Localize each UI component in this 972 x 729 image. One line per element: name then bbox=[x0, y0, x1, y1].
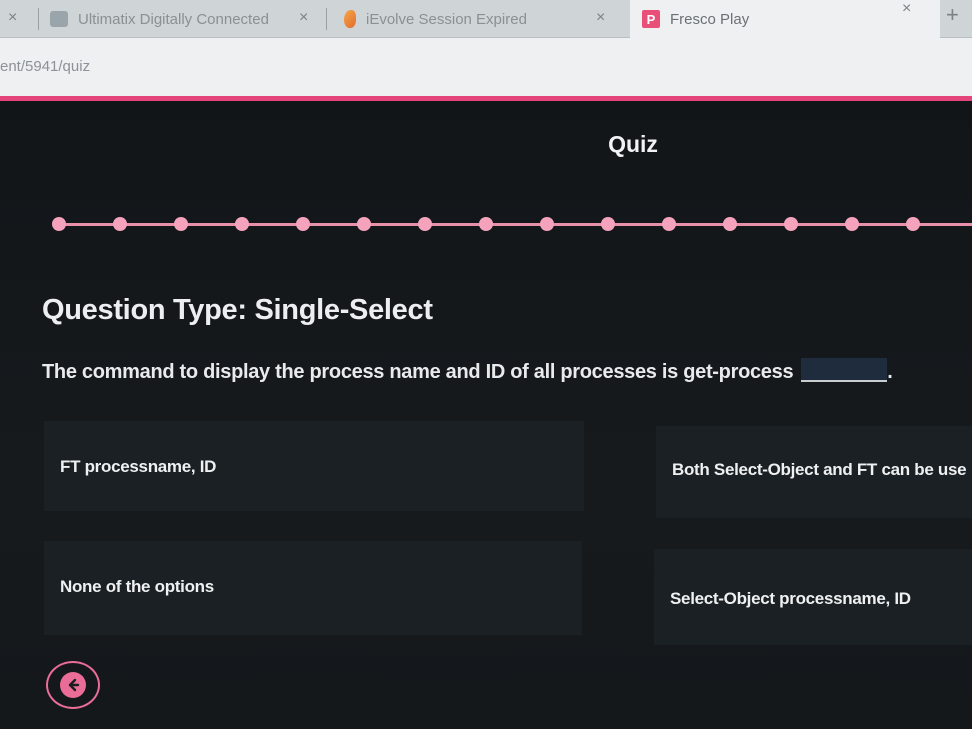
fresco-play-favicon-icon: P bbox=[642, 10, 660, 28]
progress-step-8[interactable] bbox=[479, 217, 493, 231]
tab-fresco-play[interactable]: P Fresco Play bbox=[630, 0, 940, 38]
address-bar[interactable]: ent/5941/quiz bbox=[0, 38, 972, 96]
option-label: Select-Object processname, ID bbox=[670, 589, 911, 608]
ievolve-favicon-icon bbox=[344, 10, 356, 28]
option-ft-processname[interactable]: FT processname, ID bbox=[44, 421, 584, 511]
close-icon[interactable]: × bbox=[8, 9, 17, 27]
progress-step-15[interactable] bbox=[906, 217, 920, 231]
close-icon[interactable]: × bbox=[596, 9, 605, 27]
tab-title: Fresco Play bbox=[670, 10, 750, 28]
tab-ultimatix[interactable]: Ultimatix Digitally Connected bbox=[50, 0, 330, 38]
progress-line bbox=[60, 223, 972, 226]
progress-step-2[interactable] bbox=[113, 217, 127, 231]
tab-title: iEvolve Session Expired bbox=[366, 10, 527, 28]
option-label: FT processname, ID bbox=[60, 457, 217, 476]
progress-step-4[interactable] bbox=[235, 217, 249, 231]
option-none[interactable]: None of the options bbox=[44, 541, 582, 635]
quiz-page: Quiz Question Type: Single-Select The co… bbox=[0, 101, 972, 729]
tab-title: Ultimatix Digitally Connected bbox=[78, 10, 269, 28]
question-period: . bbox=[887, 361, 893, 383]
progress-step-10[interactable] bbox=[601, 217, 615, 231]
question-progress-track bbox=[0, 209, 972, 239]
progress-step-13[interactable] bbox=[784, 217, 798, 231]
page-title: Quiz bbox=[608, 131, 658, 157]
tab-ievolve[interactable]: iEvolve Session Expired bbox=[344, 0, 629, 38]
option-both[interactable]: Both Select-Object and FT can be use bbox=[656, 426, 972, 518]
question-text: The command to display the process name … bbox=[42, 358, 893, 384]
progress-step-5[interactable] bbox=[296, 217, 310, 231]
back-button[interactable] bbox=[46, 661, 100, 709]
progress-step-9[interactable] bbox=[540, 217, 554, 231]
ultimatix-favicon-icon bbox=[50, 11, 68, 27]
plus-icon[interactable]: + bbox=[946, 0, 959, 30]
browser-tab-strip: × Ultimatix Digitally Connected × iEvolv… bbox=[0, 0, 972, 38]
option-label: None of the options bbox=[60, 577, 214, 596]
option-label: Both Select-Object and FT can be use bbox=[672, 460, 967, 479]
progress-step-11[interactable] bbox=[662, 217, 676, 231]
answer-blank bbox=[801, 358, 888, 382]
progress-step-3[interactable] bbox=[174, 217, 188, 231]
progress-step-1[interactable] bbox=[52, 217, 66, 231]
url-text[interactable]: ent/5941/quiz bbox=[0, 58, 90, 75]
tab-divider bbox=[38, 8, 39, 30]
question-type-heading: Question Type: Single-Select bbox=[42, 294, 433, 326]
progress-step-6[interactable] bbox=[357, 217, 371, 231]
progress-step-12[interactable] bbox=[723, 217, 737, 231]
arrow-left-icon bbox=[60, 672, 86, 698]
close-icon[interactable]: × bbox=[299, 9, 308, 27]
progress-step-14[interactable] bbox=[845, 217, 859, 231]
tab-divider bbox=[326, 8, 327, 30]
progress-step-7[interactable] bbox=[418, 217, 432, 231]
question-text-body: The command to display the process name … bbox=[42, 361, 794, 383]
close-icon[interactable]: × bbox=[902, 0, 911, 18]
option-select-object[interactable]: Select-Object processname, ID bbox=[654, 549, 972, 645]
